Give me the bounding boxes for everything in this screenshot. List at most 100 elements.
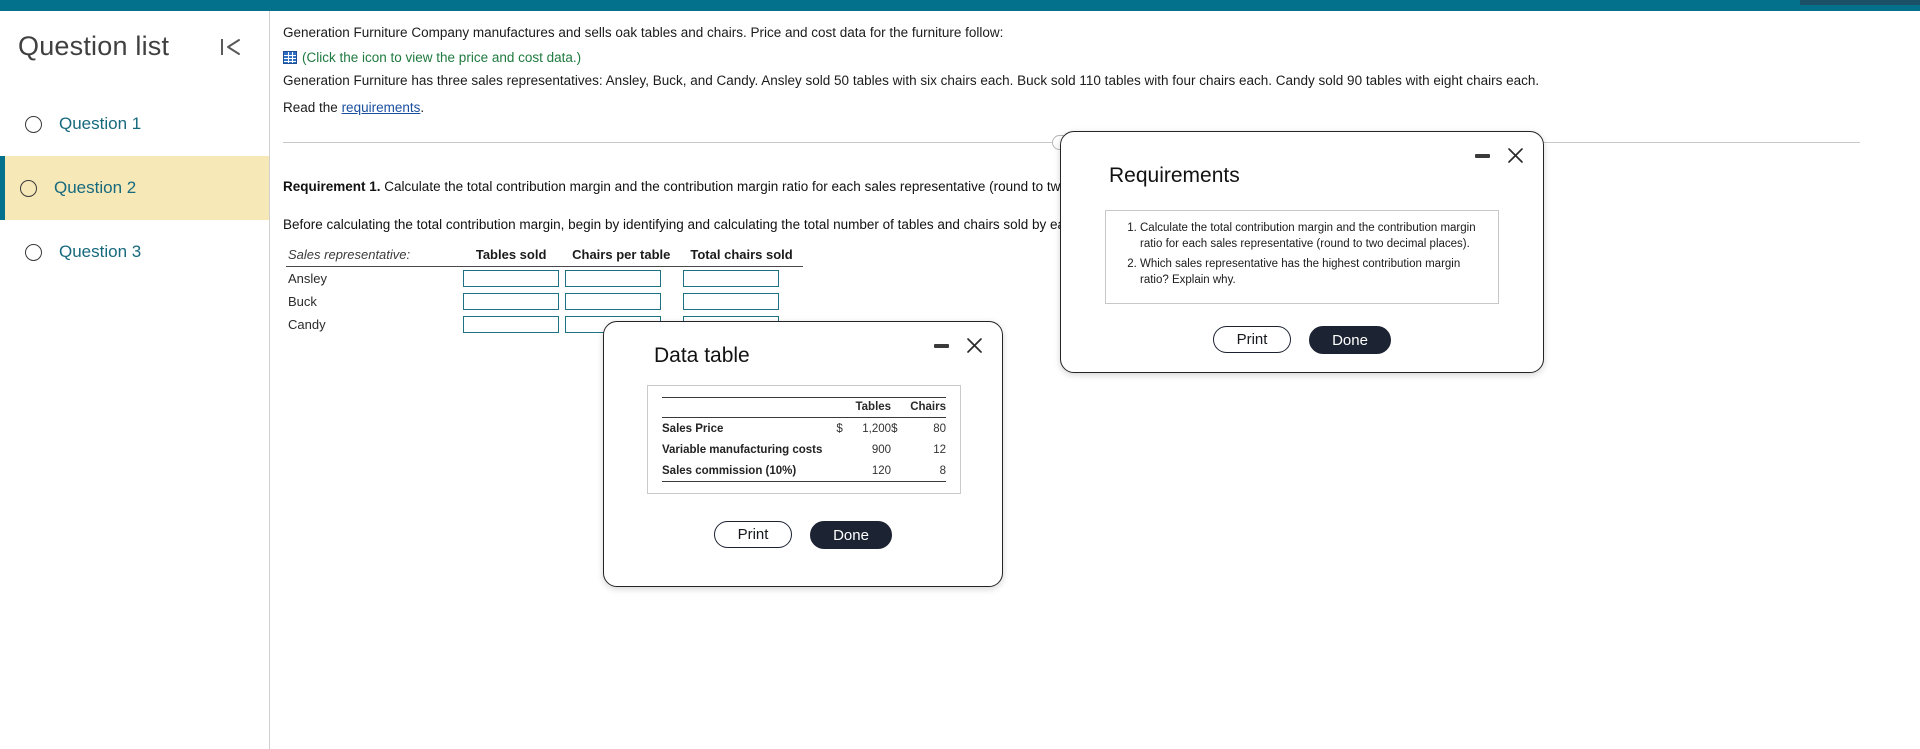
cell-ansley-chairs-per-table — [562, 267, 680, 291]
requirement-text: Calculate the total contribution margin … — [384, 178, 1170, 194]
column-header-sales-representative: Sales representative: — [286, 247, 461, 268]
problem-statement: Generation Furniture Company manufacture… — [271, 11, 1920, 119]
row-label-buck: Buck — [288, 294, 317, 310]
read-suffix: . — [420, 99, 425, 115]
sidebar-item-question-3[interactable]: Question 3 — [0, 220, 269, 284]
requirements-link[interactable]: requirements — [342, 100, 421, 115]
sidebar-header: Question list — [0, 11, 269, 74]
minimize-icon[interactable] — [934, 343, 949, 348]
done-button[interactable]: Done — [810, 521, 892, 549]
commission-chairs-currency — [891, 460, 907, 482]
print-button[interactable]: Print — [1213, 326, 1291, 354]
input-ansley-chairs-per-table[interactable] — [565, 270, 662, 288]
problem-details: Generation Furniture has three sales rep… — [283, 72, 1540, 88]
sales-price-tables-currency: $ — [836, 422, 843, 435]
row-label-candy: Candy — [288, 317, 326, 333]
variable-costs-tables-currency — [836, 439, 852, 460]
table-row: Ansley — [286, 267, 803, 291]
requirement-label: Requirement 1. — [283, 178, 381, 194]
list-item: Calculate the total contribution margin … — [1140, 220, 1486, 253]
close-icon[interactable] — [1506, 146, 1525, 165]
close-icon[interactable] — [965, 336, 984, 355]
column-header-chairs-per-table: Chairs per table — [562, 247, 681, 268]
requirements-panel-buttons: Print Done — [1061, 326, 1543, 355]
answer-table-head: Sales representative: Tables sold Chairs… — [286, 247, 803, 268]
input-ansley-tables-sold[interactable] — [463, 270, 560, 288]
variable-costs-chairs-currency — [891, 439, 907, 460]
variable-costs-tables-value: 900 — [871, 443, 892, 456]
cell-candy-tables-sold — [460, 313, 562, 336]
row-label-sales-commission: Sales commission (10%) — [662, 464, 797, 477]
input-buck-total-chairs-sold[interactable] — [683, 293, 780, 311]
input-ansley-total-chairs-sold[interactable] — [683, 270, 780, 288]
table-header-row: Tables Chairs — [662, 397, 946, 418]
column-header-tables-currency — [836, 397, 853, 418]
requirements-panel-controls — [1475, 146, 1525, 165]
commission-tables-value: 120 — [871, 464, 892, 477]
requirements-list-box: Calculate the total contribution margin … — [1105, 210, 1499, 305]
main-content: Generation Furniture Company manufacture… — [271, 11, 1920, 749]
table-row: Sales Price $ 1,200 $ 80 — [662, 417, 946, 439]
read-requirements-line: Read the requirements. — [283, 98, 1860, 119]
done-button[interactable]: Done — [1309, 326, 1391, 355]
data-table-panel-controls — [934, 336, 984, 355]
sales-price-chairs-value: 80 — [933, 422, 946, 435]
question-radio-icon[interactable] — [20, 179, 37, 197]
sidebar-item-label: Question 2 — [54, 178, 137, 197]
row-label-sales-price: Sales Price — [662, 422, 724, 435]
commission-tables-currency — [836, 460, 852, 482]
list-item: Which sales representative has the highe… — [1140, 256, 1486, 289]
sidebar-item-label: Question 1 — [59, 114, 142, 133]
sidebar-item-question-2[interactable]: Question 2 — [0, 156, 269, 220]
table-row: Variable manufacturing costs 900 12 — [662, 439, 946, 460]
minimize-icon[interactable] — [1475, 153, 1490, 158]
row-label-ansley: Ansley — [288, 271, 328, 287]
column-header-tables: Tables — [852, 397, 892, 418]
sidebar-item-label: Question 3 — [59, 242, 142, 261]
data-table-grid-icon[interactable] — [283, 50, 297, 64]
question-list-sidebar: Question list Question 1 Question 2 Ques… — [0, 11, 270, 749]
cell-buck-total-chairs-sold — [680, 290, 802, 313]
table-bottom-rule — [662, 480, 946, 483]
cell-ansley-total-chairs-sold — [680, 267, 802, 291]
question-radio-icon[interactable] — [25, 243, 42, 261]
input-candy-tables-sold[interactable] — [463, 316, 560, 334]
data-table-link-row: (Click the icon to view the price and co… — [283, 50, 1860, 65]
question-radio-icon[interactable] — [25, 115, 42, 133]
data-table-panel-buttons: Print Done — [604, 521, 1002, 549]
problem-intro: Generation Furniture Company manufacture… — [283, 25, 1004, 40]
sidebar-item-question-1[interactable]: Question 1 — [0, 92, 269, 156]
read-prefix: Read the — [283, 99, 338, 115]
page-title: Question list — [18, 31, 170, 61]
price-cost-data-table: Tables Chairs Sales Price $ 1,200 $ 80 V… — [662, 394, 946, 483]
commission-chairs-value: 8 — [939, 464, 946, 477]
requirements-panel-title: Requirements — [1109, 164, 1240, 187]
table-header-row: Sales representative: Tables sold Chairs… — [286, 247, 803, 268]
print-button[interactable]: Print — [714, 521, 792, 548]
data-table-panel: Data table Tables Chairs Sales Price $ 1… — [603, 321, 1003, 587]
column-header-blank — [662, 397, 837, 418]
collapse-left-icon[interactable] — [215, 32, 245, 62]
input-buck-chairs-per-table[interactable] — [565, 293, 662, 311]
cell-buck-tables-sold — [460, 290, 562, 313]
data-table-caption[interactable]: (Click the icon to view the price and co… — [302, 50, 581, 65]
requirements-list: Calculate the total contribution margin … — [1118, 220, 1486, 288]
requirements-panel: Requirements Calculate the total contrib… — [1060, 131, 1544, 373]
sales-price-tables-value: 1,200 — [862, 422, 892, 435]
column-header-total-chairs-sold: Total chairs sold — [680, 247, 803, 268]
price-cost-data-table-box: Tables Chairs Sales Price $ 1,200 $ 80 V… — [647, 385, 961, 494]
table-row: Buck — [286, 290, 803, 313]
top-app-bar — [0, 0, 1920, 11]
cell-buck-chairs-per-table — [562, 290, 680, 313]
row-label-variable-manufacturing-costs: Variable manufacturing costs — [662, 443, 823, 456]
top-bar-accent — [1800, 0, 1920, 5]
column-header-tables-sold: Tables sold — [460, 247, 563, 268]
column-header-chairs-currency — [891, 397, 908, 418]
cell-ansley-tables-sold — [460, 267, 562, 291]
input-buck-tables-sold[interactable] — [463, 293, 560, 311]
sales-price-chairs-currency: $ — [891, 422, 898, 435]
question-list: Question 1 Question 2 Question 3 — [0, 92, 269, 284]
variable-costs-chairs-value: 12 — [933, 443, 946, 456]
table-row: Sales commission (10%) 120 8 — [662, 460, 946, 482]
column-header-chairs: Chairs — [907, 397, 946, 418]
